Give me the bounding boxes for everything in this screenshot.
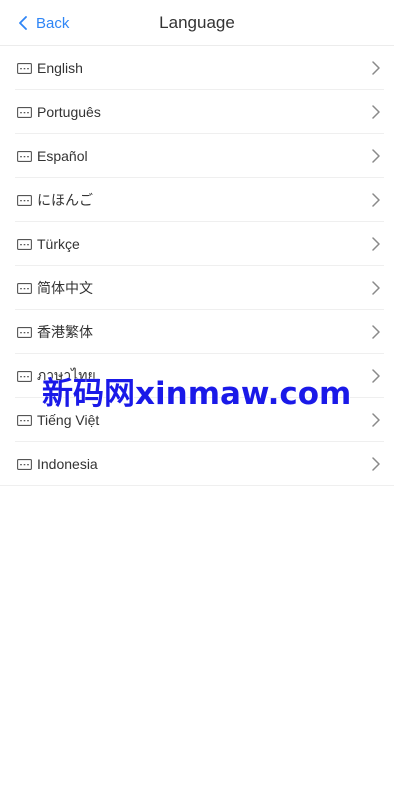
keyboard-icon (17, 194, 32, 206)
keyboard-icon (17, 282, 32, 294)
language-screen: Back Language English Português Español … (0, 0, 394, 800)
keyboard-icon (17, 458, 32, 470)
chevron-left-icon (19, 16, 27, 30)
language-label: English (37, 60, 83, 76)
language-label: Türkçe (37, 236, 80, 252)
chevron-right-icon (372, 369, 380, 383)
keyboard-icon (17, 326, 32, 338)
nav-bar: Back Language (0, 0, 394, 46)
language-item-english[interactable]: English (0, 46, 394, 90)
chevron-right-icon (372, 457, 380, 471)
language-label: Tiếng Việt (37, 412, 100, 428)
language-label: ภาษาไทย (37, 367, 96, 383)
language-item-espanol[interactable]: Español (0, 134, 394, 178)
language-label: 简体中文 (37, 280, 93, 296)
language-item-thai[interactable]: ภาษาไทย (0, 354, 394, 398)
chevron-right-icon (372, 413, 380, 427)
chevron-right-icon (372, 61, 380, 75)
keyboard-icon (17, 414, 32, 426)
chevron-right-icon (372, 325, 380, 339)
chevron-right-icon (372, 149, 380, 163)
keyboard-icon (17, 238, 32, 250)
back-label: Back (36, 14, 70, 32)
chevron-right-icon (372, 281, 380, 295)
language-label: 香港繁体 (37, 324, 93, 340)
language-item-traditional-chinese[interactable]: 香港繁体 (0, 310, 394, 354)
keyboard-icon (17, 106, 32, 118)
language-item-japanese[interactable]: にほんご (0, 178, 394, 222)
chevron-right-icon (372, 193, 380, 207)
language-item-indonesia[interactable]: Indonesia (0, 442, 394, 486)
back-button[interactable]: Back (18, 0, 69, 46)
keyboard-icon (17, 62, 32, 74)
language-item-turkce[interactable]: Türkçe (0, 222, 394, 266)
keyboard-icon (17, 150, 32, 162)
language-label: Español (37, 148, 88, 164)
keyboard-icon (17, 370, 32, 382)
chevron-right-icon (372, 105, 380, 119)
chevron-right-icon (372, 237, 380, 251)
language-item-simplified-chinese[interactable]: 简体中文 (0, 266, 394, 310)
language-list: English Português Español にほんご Türkçe 简体… (0, 46, 394, 486)
language-item-portugues[interactable]: Português (0, 90, 394, 134)
language-label: Indonesia (37, 456, 98, 472)
language-label: Português (37, 104, 101, 120)
language-label: にほんご (37, 192, 93, 208)
language-item-vietnamese[interactable]: Tiếng Việt (0, 398, 394, 442)
